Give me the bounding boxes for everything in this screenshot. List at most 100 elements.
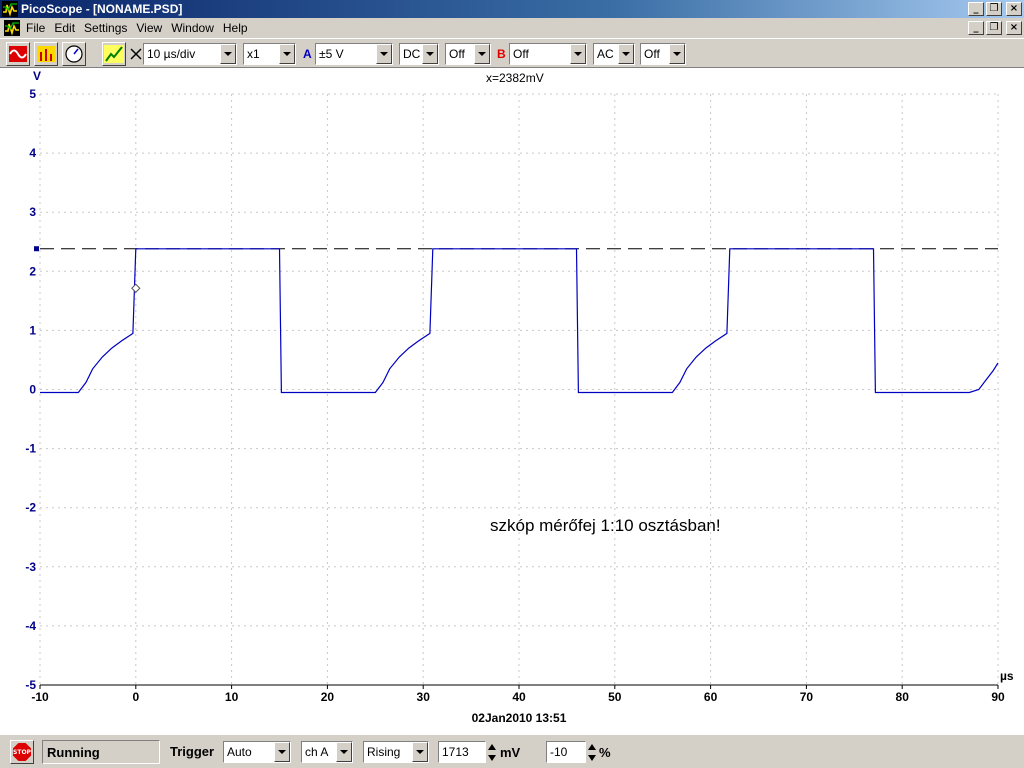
run-status: Running <box>42 740 160 764</box>
y-tick-label: -2 <box>25 501 36 515</box>
channel-b-coupling-select[interactable]: AC <box>593 43 635 65</box>
pretrigger-input[interactable]: -10 <box>546 741 586 763</box>
trigger-level-unit: mV <box>500 745 521 760</box>
y-tick-label: 4 <box>29 146 36 160</box>
timebase-value: 10 µs/div <box>147 47 196 61</box>
channel-a-range-value: ±5 V <box>319 47 344 61</box>
status-bar: STOP Running Trigger Auto ch A Rising 17… <box>0 734 1024 768</box>
chevron-down-icon[interactable] <box>412 742 428 762</box>
channel-b-range-select[interactable]: Off <box>509 43 587 65</box>
menu-window[interactable]: Window <box>168 21 220 35</box>
chevron-down-icon[interactable] <box>669 44 685 64</box>
multiplier-select[interactable]: x1 <box>243 43 296 65</box>
channel-a-coupling-select[interactable]: DC <box>399 43 439 65</box>
picoscope-window: PicoScope - [NONAME.PSD] _ ❐ × File Edit… <box>0 0 1024 768</box>
spin-down-icon[interactable] <box>488 754 496 761</box>
spin-up-icon[interactable] <box>588 743 596 750</box>
minimize-button[interactable]: _ <box>968 2 984 16</box>
trigger-level-input[interactable]: 1713 <box>438 741 486 763</box>
chevron-down-icon[interactable] <box>220 44 236 64</box>
scope-wave-icon <box>9 46 27 62</box>
channel-b-range-value: Off <box>513 47 529 61</box>
x-tick-label: 90 <box>991 690 1005 704</box>
capture-date-label: 02Jan2010 13:51 <box>472 711 567 725</box>
trigger-channel-value: ch A <box>305 745 329 759</box>
doc-close-button[interactable]: × <box>1006 20 1022 35</box>
x-tick-label: 50 <box>608 690 622 704</box>
y-tick-label: 5 <box>29 87 36 101</box>
stop-button[interactable]: STOP <box>10 740 34 764</box>
menu-bar: File Edit Settings View Window Help _ ❐ … <box>0 18 1024 37</box>
plot-grid <box>39 93 999 686</box>
chevron-down-icon[interactable] <box>570 44 586 64</box>
channel-b-label: B <box>497 47 506 61</box>
channel-a-label: A <box>303 47 312 61</box>
trigger-label: Trigger <box>170 744 215 759</box>
y-tick-label: -3 <box>25 560 36 574</box>
spectrum-view-button[interactable] <box>34 42 58 66</box>
chevron-down-icon[interactable] <box>422 44 438 64</box>
x-tick-label: 0 <box>132 690 139 704</box>
trigger-edge-value: Rising <box>367 745 401 759</box>
timebase-select[interactable]: 10 µs/div <box>143 43 237 65</box>
x-tick-label: 30 <box>417 690 431 704</box>
menu-view[interactable]: View <box>133 21 168 35</box>
trigger-level-spinner[interactable] <box>486 741 498 763</box>
restore-button[interactable]: ❐ <box>986 2 1002 16</box>
menu-edit[interactable]: Edit <box>51 21 81 35</box>
meter-dial-icon <box>65 45 83 63</box>
pretrigger-spinner[interactable] <box>586 741 598 763</box>
chevron-down-icon[interactable] <box>618 44 634 64</box>
trigger-channel-select[interactable]: ch A <box>301 741 353 763</box>
y-unit-label: V <box>33 69 41 83</box>
channel-a-option-value: Off <box>449 47 465 61</box>
x-tick-label: 20 <box>321 690 335 704</box>
y-tick-label: 2 <box>29 264 36 278</box>
trigger-mode-select[interactable]: Auto <box>223 741 291 763</box>
x-tick-label: 80 <box>896 690 910 704</box>
chevron-down-icon[interactable] <box>336 742 352 762</box>
cursor-level-marker[interactable] <box>34 246 39 252</box>
trace-options-button[interactable] <box>102 42 126 66</box>
channel-a-option-select[interactable]: Off <box>445 43 491 65</box>
document-logo-icon[interactable] <box>4 19 20 36</box>
x-tick-label: 10 <box>225 690 239 704</box>
channel-b-option-select[interactable]: Off <box>640 43 686 65</box>
meter-view-button[interactable] <box>62 42 86 66</box>
chevron-down-icon[interactable] <box>274 742 290 762</box>
spin-up-icon[interactable] <box>488 743 496 750</box>
y-tick-label: 1 <box>29 323 36 337</box>
close-button[interactable]: × <box>1006 2 1022 16</box>
y-tick-label: -1 <box>25 442 36 456</box>
stop-sign-icon: STOP <box>13 743 31 761</box>
x-tick-label: 40 <box>512 690 526 704</box>
times-icon <box>130 48 142 60</box>
spin-down-icon[interactable] <box>588 754 596 761</box>
scope-trace-chart[interactable]: 543210-1-2-3-4-5 -10 0 10 20 30 40 50 60 70 80 90 … <box>0 68 1024 734</box>
scope-view-button[interactable] <box>6 42 30 66</box>
cursor-readout: x=2382mV <box>486 71 544 85</box>
chevron-down-icon[interactable] <box>376 44 392 64</box>
doc-restore-button[interactable]: ❐ <box>986 20 1002 35</box>
scope-plot-area[interactable]: 5 4 3 2 1 0 -1 -2 -3 -4 -5 -10 0 10 20 30 40 50 60 70 80 90 … <box>0 68 1024 734</box>
x-axis: -10 0 10 20 30 40 50 60 70 80 90 <box>31 684 1005 704</box>
x-tick-label: -10 <box>31 690 49 704</box>
picoscope-logo-icon <box>2 1 18 17</box>
y-tick-label: -4 <box>25 619 36 633</box>
window-title: PicoScope - [NONAME.PSD] <box>21 2 183 16</box>
chevron-down-icon[interactable] <box>279 44 295 64</box>
y-tick-label: 0 <box>29 383 36 397</box>
doc-minimize-button[interactable]: _ <box>968 20 984 35</box>
menu-file[interactable]: File <box>23 21 51 35</box>
channel-a-range-select[interactable]: ±5 V <box>315 43 393 65</box>
channel-a-coupling-value: DC <box>403 47 421 61</box>
trigger-edge-select[interactable]: Rising <box>363 741 429 763</box>
menu-help[interactable]: Help <box>220 21 254 35</box>
chevron-down-icon[interactable] <box>474 44 490 64</box>
spectrum-bars-icon <box>37 46 55 62</box>
menu-settings[interactable]: Settings <box>81 21 133 35</box>
trigger-mode-value: Auto <box>227 745 252 759</box>
trigger-point-marker[interactable] <box>131 283 141 293</box>
pretrigger-unit: % <box>599 745 611 760</box>
y-axis: 543210-1-2-3-4-5 <box>25 87 36 692</box>
